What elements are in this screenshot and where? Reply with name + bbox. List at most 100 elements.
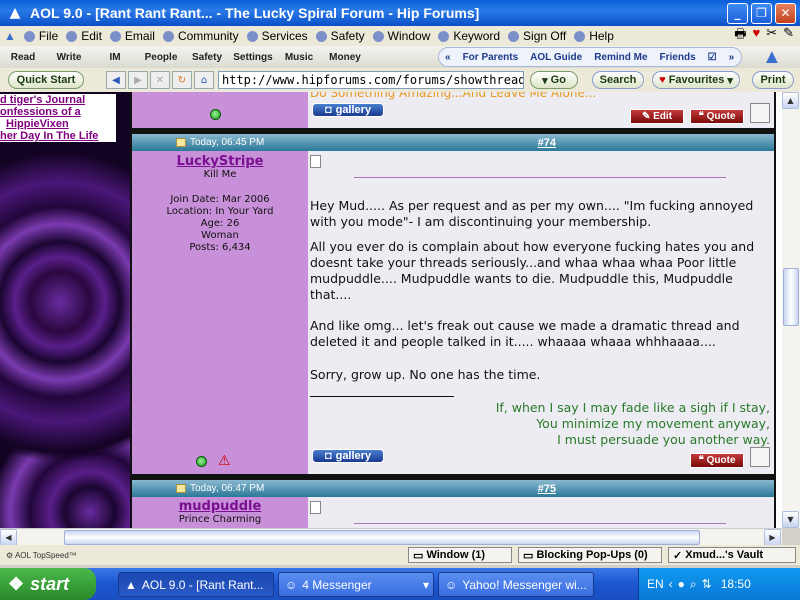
- scroll-right-icon[interactable]: »: [729, 52, 735, 63]
- menu-edit[interactable]: Edit: [62, 29, 106, 43]
- yahoo-icon: ☺: [445, 577, 458, 592]
- heart-icon[interactable]: ♥: [752, 25, 760, 47]
- menu-services[interactable]: Services: [243, 29, 312, 43]
- quote-button[interactable]: ❝ Quote: [690, 109, 744, 124]
- post-icon: [176, 138, 186, 147]
- task-aol[interactable]: ▲ AOL 9.0 - [Rant Rant...: [118, 572, 274, 597]
- camera-icon: ◘: [324, 450, 332, 462]
- toolbar-settings[interactable]: Settings: [230, 52, 276, 63]
- menu-safety-icon: [315, 30, 327, 42]
- vault-dropdown[interactable]: ✓ Xmud...'s Vault: [668, 547, 796, 563]
- toolbar: Read Write IM People Safety Settings Mus…: [0, 46, 800, 68]
- scroll-left-icon[interactable]: «: [445, 52, 451, 63]
- menu-email[interactable]: Email: [106, 29, 159, 43]
- language-indicator[interactable]: EN: [647, 577, 664, 591]
- prev-message-pane: Do Something Amazing...And Leave Me Alon…: [308, 92, 774, 128]
- link-friends[interactable]: Friends: [660, 52, 696, 63]
- print-button[interactable]: Print: [752, 71, 794, 89]
- home-icon[interactable]: ⌂: [194, 71, 214, 89]
- username-link[interactable]: LuckyStripe: [132, 154, 308, 169]
- menu-keyword[interactable]: Keyword: [434, 29, 504, 43]
- post-number-link[interactable]: #75: [538, 483, 556, 495]
- menu-signoff[interactable]: Sign Off: [504, 29, 570, 43]
- toolbar-music[interactable]: Music: [276, 52, 322, 63]
- quote-button[interactable]: ❝ Quote: [690, 453, 744, 468]
- close-button[interactable]: ✕: [775, 2, 796, 24]
- multiquote-icon[interactable]: [750, 447, 770, 467]
- forum-thread: Do Something Amazing...And Leave Me Alon…: [130, 92, 776, 528]
- scroll-thumb[interactable]: [64, 530, 700, 545]
- post-text-para2: All you ever do is complain about how ev…: [310, 239, 755, 302]
- menu-window[interactable]: Window: [369, 29, 435, 43]
- compose-icon[interactable]: ✎: [783, 25, 794, 47]
- report-post-icon[interactable]: ⚠: [218, 453, 231, 469]
- window-count-dropdown[interactable]: ▭ Window (1): [408, 547, 512, 563]
- link-journal-2[interactable]: onfessions of a: [0, 106, 116, 118]
- forward-arrow-icon[interactable]: ▶: [128, 71, 148, 89]
- menu-file-icon: [23, 30, 35, 42]
- restore-button[interactable]: ❐: [751, 2, 772, 24]
- back-arrow-icon[interactable]: ◀: [106, 71, 126, 89]
- popup-blocker-dropdown[interactable]: ▭ Blocking Pop-Ups (0): [518, 547, 662, 563]
- multiquote-icon[interactable]: [750, 103, 770, 123]
- menu-window-icon: [372, 30, 384, 42]
- prev-user-pane: [132, 92, 308, 128]
- menu-services-icon: [246, 30, 258, 42]
- link-journal-3[interactable]: HippieVixen: [0, 118, 116, 130]
- scroll-thumb[interactable]: [783, 268, 799, 326]
- link-journal-4[interactable]: her Day In The Life: [0, 130, 116, 142]
- tools-icon[interactable]: ✂: [766, 25, 777, 47]
- menu-edit-icon: [66, 30, 78, 42]
- link-aol-guide[interactable]: AOL Guide: [530, 52, 582, 63]
- menu-keyword-icon: [438, 30, 450, 42]
- scroll-down-icon[interactable]: ▼: [782, 511, 799, 528]
- minimize-button[interactable]: _: [727, 2, 748, 24]
- horizontal-scrollbar[interactable]: ◀ ▶: [0, 528, 782, 546]
- toolbar-money[interactable]: Money: [322, 52, 368, 63]
- menu-community[interactable]: Community: [159, 29, 243, 43]
- messenger-icon: ☺: [285, 577, 298, 592]
- link-remind-me[interactable]: Remind Me: [594, 52, 647, 63]
- start-button[interactable]: ❖ start: [0, 568, 96, 600]
- scroll-left-icon[interactable]: ◀: [0, 529, 17, 546]
- vertical-scrollbar[interactable]: ▲ ▼: [782, 92, 800, 528]
- menu-safety[interactable]: Safety: [312, 29, 369, 43]
- swirl-background: [0, 92, 130, 528]
- quick-start-button[interactable]: Quick Start: [8, 71, 84, 89]
- task-messenger[interactable]: ☺ 4 Messenger ▾: [278, 572, 434, 597]
- toolbar-im[interactable]: IM: [92, 52, 138, 63]
- reload-icon[interactable]: ↻: [172, 71, 192, 89]
- location: Location: In Your Yard: [166, 206, 274, 217]
- task-yahoo[interactable]: ☺ Yahoo! Messenger wi...: [438, 572, 594, 597]
- toolbar-safety[interactable]: Safety: [184, 52, 230, 63]
- stop-icon[interactable]: ✕: [150, 71, 170, 89]
- toolbar-people[interactable]: People: [138, 52, 184, 63]
- link-for-parents[interactable]: For Parents: [463, 52, 519, 63]
- scroll-up-icon[interactable]: ▲: [782, 92, 799, 109]
- post-number-link[interactable]: #74: [538, 137, 556, 149]
- menu-help[interactable]: Help: [570, 29, 618, 43]
- tray-arrow-icon[interactable]: ‹: [669, 577, 673, 591]
- toolbar-read[interactable]: Read: [0, 52, 46, 63]
- post-text-para1: Hey Mud..... As per request and as per m…: [310, 198, 754, 229]
- favourites-button[interactable]: ♥ Favourites ▾: [652, 71, 740, 89]
- link-journal-1[interactable]: d tiger's Journal: [0, 94, 116, 106]
- tray-network-icon[interactable]: ⇅: [702, 577, 712, 591]
- post-icon: [310, 155, 321, 168]
- search-button[interactable]: Search: [592, 71, 644, 89]
- printer-icon[interactable]: 🖶: [734, 25, 746, 47]
- gallery-button[interactable]: ◘ gallery: [312, 449, 384, 463]
- edit-button[interactable]: ✎ Edit: [630, 109, 684, 124]
- url-field[interactable]: http://www.hipforums.com/forums/showthre…: [218, 71, 524, 89]
- go-button[interactable]: ▾ Go: [530, 71, 578, 89]
- scroll-right-icon[interactable]: ▶: [764, 529, 781, 546]
- user-pane-74: LuckyStripe Kill Me Join Date: Mar 2006 …: [132, 151, 308, 474]
- toolbar-write[interactable]: Write: [46, 52, 92, 63]
- menu-file[interactable]: File: [20, 29, 62, 43]
- tray-app-icon[interactable]: ●: [678, 577, 685, 591]
- username-link[interactable]: mudpuddle: [132, 499, 308, 514]
- taskbar: ❖ start ▲ AOL 9.0 - [Rant Rant... ☺ 4 Messe…: [0, 568, 800, 600]
- tray-search-icon[interactable]: ⌕: [690, 577, 697, 592]
- gallery-button[interactable]: ◘ gallery: [312, 103, 384, 117]
- check-icon[interactable]: ☑: [708, 52, 717, 63]
